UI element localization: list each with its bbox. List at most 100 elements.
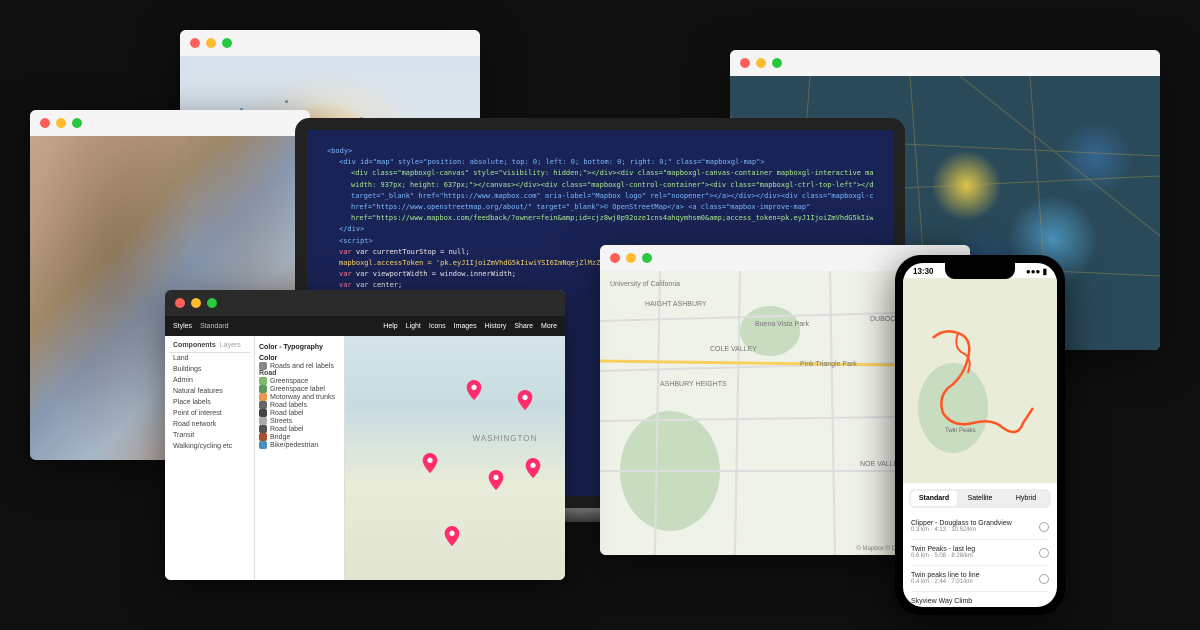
- sidebar-item[interactable]: Walking/cycling etc: [169, 441, 250, 452]
- map-label: Pink Triangle Park: [800, 361, 857, 368]
- map-label: HAIGHT ASHBURY: [645, 301, 707, 308]
- maximize-icon[interactable]: [222, 38, 232, 48]
- color-row[interactable]: Streets: [259, 417, 340, 425]
- code-line: <div id="map" style="position: absolute;…: [339, 158, 765, 166]
- tab-components[interactable]: Components: [173, 342, 216, 349]
- studio-brand[interactable]: Styles: [173, 323, 192, 330]
- map-style-segmented-control[interactable]: Standard Satellite Hybrid: [909, 489, 1051, 508]
- map-pin-icon[interactable]: [444, 526, 460, 546]
- traffic-lights: [730, 50, 1160, 76]
- toolbar-history[interactable]: History: [485, 323, 507, 330]
- phone-notch: [945, 263, 1015, 279]
- color-row[interactable]: Road label: [259, 425, 340, 433]
- color-row[interactable]: Bridge: [259, 433, 340, 441]
- traffic-lights: [30, 110, 310, 136]
- map-pin-icon[interactable]: [525, 458, 541, 478]
- color-row[interactable]: Greenspace: [259, 377, 340, 385]
- code-line: var currentTourStop = null;: [356, 248, 470, 256]
- studio-style-name[interactable]: Standard: [200, 323, 228, 330]
- traffic-lights: [165, 290, 565, 316]
- map-pin-icon[interactable]: [422, 453, 438, 473]
- tab-hybrid[interactable]: Hybrid: [1003, 491, 1049, 506]
- toolbar-share[interactable]: Share: [514, 323, 533, 330]
- map-label: COLE VALLEY: [710, 346, 757, 353]
- sidebar-item[interactable]: Buildings: [169, 364, 250, 375]
- studio-toolbar: Styles Standard Help Light Icons Images …: [165, 316, 565, 336]
- toolbar-more[interactable]: More: [541, 323, 557, 330]
- color-row[interactable]: Road label: [259, 409, 340, 417]
- minimize-icon[interactable]: [206, 38, 216, 48]
- code-line: href="https://www.openstreetmap.org/abou…: [327, 202, 873, 213]
- sidebar-item[interactable]: Admin: [169, 375, 250, 386]
- sidebar-item[interactable]: Natural features: [169, 386, 250, 397]
- close-icon[interactable]: [175, 298, 185, 308]
- maximize-icon[interactable]: [642, 253, 652, 263]
- close-icon[interactable]: [40, 118, 50, 128]
- radio-icon[interactable]: [1039, 522, 1049, 532]
- map-pin-icon[interactable]: [517, 390, 533, 410]
- maximize-icon[interactable]: [772, 58, 782, 68]
- color-row[interactable]: Greenspace label: [259, 385, 340, 393]
- code-line: href="https://www.mapbox.com/feedback/?o…: [327, 213, 873, 224]
- status-time: 13:30: [913, 267, 933, 276]
- list-item[interactable]: Twin peaks line to line0.4 km · 2:44 · 7…: [911, 566, 1049, 592]
- minimize-icon[interactable]: [56, 118, 66, 128]
- map-label: Buena Vista Park: [755, 321, 809, 328]
- studio-color-panel: Color - Typography Color Roads and rel l…: [255, 336, 345, 580]
- minimize-icon[interactable]: [191, 298, 201, 308]
- color-row[interactable]: Motorway and trunks: [259, 393, 340, 401]
- code-line: <div class="mapboxgl-canvas" style="visi…: [327, 168, 873, 179]
- code-line: var viewportWidth = window.innerWidth;: [356, 270, 516, 278]
- toolbar-light[interactable]: Light: [406, 323, 421, 330]
- list-item[interactable]: Skyview Way Climb: [911, 592, 1049, 607]
- map-pin-icon[interactable]: [466, 380, 482, 400]
- color-row[interactable]: Road labels: [259, 401, 340, 409]
- toolbar-help[interactable]: Help: [383, 323, 397, 330]
- phone-device: 13:30 ●●● ▮ ✕ Twin Peaks Standard Satell…: [895, 255, 1065, 615]
- maximize-icon[interactable]: [207, 298, 217, 308]
- color-row[interactable]: Roads and rel labels: [259, 362, 340, 370]
- radio-icon[interactable]: [1039, 548, 1049, 558]
- color-row[interactable]: Bike/pedestrian: [259, 441, 340, 449]
- map-label: ASHBURY HEIGHTS: [660, 381, 727, 388]
- toolbar-icons[interactable]: Icons: [429, 323, 446, 330]
- close-icon[interactable]: [190, 38, 200, 48]
- map-pin-icon[interactable]: [488, 470, 504, 490]
- minimize-icon[interactable]: [756, 58, 766, 68]
- sidebar-item[interactable]: Point of interest: [169, 408, 250, 419]
- sidebar-item[interactable]: Road network: [169, 419, 250, 430]
- map-region-label: WASHINGTON: [473, 434, 538, 443]
- minimize-icon[interactable]: [626, 253, 636, 263]
- code-line: <script>: [339, 237, 373, 245]
- traffic-lights: [180, 30, 480, 56]
- studio-map-canvas[interactable]: WASHINGTON: [345, 336, 565, 580]
- studio-components-panel: Components Layers Land Buildings Admin N…: [165, 336, 255, 580]
- code-line: </div>: [339, 225, 364, 233]
- sidebar-item[interactable]: Land: [169, 353, 250, 364]
- phone-screen: 13:30 ●●● ▮ ✕ Twin Peaks Standard Satell…: [903, 263, 1057, 607]
- panel-subheading: Road: [259, 370, 340, 377]
- status-icons: ●●● ▮: [1026, 267, 1047, 276]
- code-line: width: 937px; height: 637px;"></canvas><…: [327, 180, 873, 191]
- code-line: target="_blank" href="https://www.mapbox…: [327, 191, 873, 202]
- close-icon[interactable]: [740, 58, 750, 68]
- code-line: var center;: [356, 281, 402, 289]
- list-item[interactable]: Clipper - Douglass to Grandview0.3 km · …: [911, 514, 1049, 540]
- sidebar-item[interactable]: Transit: [169, 430, 250, 441]
- phone-map-canvas[interactable]: ✕ Twin Peaks: [903, 278, 1057, 483]
- tab-satellite[interactable]: Satellite: [957, 491, 1003, 506]
- close-icon[interactable]: [610, 253, 620, 263]
- panel-heading: Color - Typography: [259, 344, 340, 351]
- toolbar-images[interactable]: Images: [454, 323, 477, 330]
- map-label: Twin Peaks: [945, 428, 976, 434]
- tab-layers[interactable]: Layers: [220, 342, 241, 349]
- sidebar-item[interactable]: Place labels: [169, 397, 250, 408]
- map-label: University of California: [610, 281, 680, 288]
- code-line: <body>: [327, 147, 352, 155]
- tab-standard[interactable]: Standard: [911, 491, 957, 506]
- window-map-studio: Styles Standard Help Light Icons Images …: [165, 290, 565, 580]
- radio-icon[interactable]: [1039, 574, 1049, 584]
- route-list: Clipper - Douglass to Grandview0.3 km · …: [903, 514, 1057, 607]
- list-item[interactable]: Twin Peaks - last leg0.6 km · 5:08 · 8:2…: [911, 540, 1049, 566]
- maximize-icon[interactable]: [72, 118, 82, 128]
